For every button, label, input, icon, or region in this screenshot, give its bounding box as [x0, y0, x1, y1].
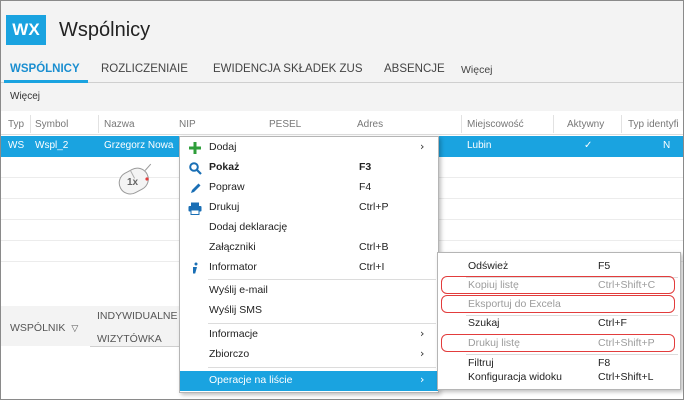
menu-separator [208, 367, 436, 368]
chevron-right-icon: › [420, 140, 425, 153]
info-icon [188, 261, 202, 275]
tab-ewidencja-skladek-zus[interactable]: EWIDENCJA SKŁADEK ZUS [213, 63, 363, 75]
app-window: WX Wspólnicy WSPÓLNICY ROZLICZENIAIE EWI… [0, 0, 684, 400]
column-nazwa[interactable]: Nazwa [104, 119, 135, 130]
menu-item-zalaczniki[interactable]: Załączniki Ctrl+B [180, 238, 438, 258]
submenu-item-konfiguracja-widoku[interactable]: Konfiguracja widoku Ctrl+Shift+L [438, 369, 680, 387]
menu-item-informator[interactable]: Informator Ctrl+I [180, 258, 438, 278]
menu-item-drukuj[interactable]: Drukuj Ctrl+P [180, 198, 438, 218]
column-nip[interactable]: NIP [179, 119, 196, 130]
highlight-box [441, 334, 675, 352]
chevron-right-icon: › [420, 373, 425, 386]
column-separator [553, 115, 554, 133]
search-icon [188, 161, 202, 175]
column-typ-identyfikatora[interactable]: Typ identyfi [628, 119, 679, 130]
submenu-item-label: Filtruj [468, 357, 494, 369]
submenu-item-shortcut: F5 [598, 260, 611, 272]
column-separator [461, 115, 462, 133]
highlight-box [441, 295, 675, 313]
menu-item-label: Wyślij SMS [209, 304, 262, 316]
cell-symbol: Wspl_2 [35, 140, 69, 151]
chevron-down-icon: ▽ [71, 323, 79, 333]
column-aktywny[interactable]: Aktywny [567, 119, 604, 130]
submenu-item-shortcut: F8 [598, 357, 611, 369]
menu-item-wyslij-email[interactable]: Wyślij e-mail [180, 281, 438, 301]
menu-item-shortcut: Ctrl+B [359, 241, 389, 253]
chevron-right-icon: › [420, 347, 425, 360]
tab-wspolnik[interactable]: WSPÓLNIK ▽ [10, 322, 78, 334]
submenu-item-shortcut: Ctrl+F [598, 317, 627, 329]
menu-item-label: Pokaż [209, 161, 240, 173]
plus-icon [188, 141, 202, 155]
pencil-icon [188, 181, 202, 195]
tab-rozliczenia[interactable]: ROZLICZENIAIE [101, 63, 188, 75]
toolbar: Więcej [1, 83, 683, 111]
menu-item-wyslij-sms[interactable]: Wyślij SMS [180, 301, 438, 321]
column-separator [621, 115, 622, 133]
submenu-item-label: Szukaj [468, 317, 500, 329]
column-separator [30, 115, 31, 133]
menu-item-label: Drukuj [209, 201, 240, 213]
menu-item-zbiorczo[interactable]: Zbiorczo › [180, 345, 438, 365]
menu-separator [208, 279, 436, 280]
column-miejscowosc[interactable]: Miejscowość [467, 119, 524, 130]
submenu-operacje-na-liscie: Odśwież F5 Kopiuj listę Ctrl+Shift+C Eks… [437, 252, 681, 390]
cell-typ-identyfikatora: N [663, 140, 671, 151]
menu-item-label: Dodaj deklarację [209, 221, 288, 233]
printer-icon [188, 201, 202, 215]
cell-miejscowosc: Lubin [467, 140, 492, 151]
submenu-item-szukaj[interactable]: Szukaj Ctrl+F [438, 315, 680, 333]
menu-item-label: Dodaj [209, 141, 237, 153]
submenu-item-shortcut: Ctrl+Shift+L [598, 371, 654, 383]
menu-item-informacje[interactable]: Informacje › [180, 325, 438, 345]
more-button[interactable]: Więcej [10, 91, 40, 102]
menu-item-label: Wyślij e-mail [209, 284, 268, 296]
tab-wspolnik-label: WSPÓLNIK [10, 322, 66, 334]
mouse-click-icon: 1x [111, 161, 161, 201]
column-typ[interactable]: Typ [8, 119, 24, 130]
menu-item-shortcut: F3 [359, 161, 372, 173]
context-menu: Dodaj › Pokaż F3 Popraw F4 Drukuj Ctrl+P… [179, 136, 439, 393]
highlight-box [441, 276, 675, 294]
app-logo: WX [6, 15, 46, 45]
menu-item-pokaz[interactable]: Pokaż F3 [180, 158, 438, 178]
menu-item-label: Popraw [209, 181, 245, 193]
tab-wizytowka[interactable]: WIZYTÓWKA [97, 333, 162, 345]
cell-nazwa: Grzegorz Nowa [104, 140, 174, 151]
tab-absencje[interactable]: ABSENCJE [384, 63, 445, 75]
tab-indywidualne[interactable]: INDYWIDUALNE [97, 310, 178, 322]
menu-item-label: Informator [209, 261, 257, 273]
detail-panel: WSPÓLNIK ▽ INDYWIDUALNE WIZYTÓWKA [1, 306, 181, 399]
menu-item-shortcut: F4 [359, 181, 372, 193]
menu-item-popraw[interactable]: Popraw F4 [180, 178, 438, 198]
column-symbol[interactable]: Symbol [35, 119, 68, 130]
menu-item-dodaj[interactable]: Dodaj › [180, 138, 438, 158]
submenu-item-odswiez[interactable]: Odśwież F5 [438, 258, 680, 276]
menu-item-label: Zbiorczo [209, 348, 250, 360]
menu-item-operacje-na-liscie[interactable]: Operacje na liście › [180, 371, 438, 391]
menu-item-shortcut: Ctrl+P [359, 201, 389, 213]
tab-wspolnicy[interactable]: WSPÓLNICY [10, 63, 80, 75]
menu-item-label: Informacje [209, 328, 259, 340]
grid-header: Typ Symbol Nazwa NIP PESEL Adres Miejsco… [1, 113, 683, 135]
tab-bar: WSPÓLNICY ROZLICZENIAIE EWIDENCJA SKŁADE… [1, 59, 683, 83]
column-separator [98, 115, 99, 133]
page-title: Wspólnicy [59, 19, 151, 41]
column-pesel[interactable]: PESEL [269, 119, 301, 130]
menu-item-label: Operacje na liście [209, 374, 293, 386]
click-count-label: 1x [127, 177, 139, 188]
submenu-item-label: Konfiguracja widoku [468, 371, 562, 383]
submenu-item-label: Odśwież [468, 260, 509, 272]
menu-item-label: Załączniki [209, 241, 256, 253]
title-bar: WX Wspólnicy [1, 1, 683, 59]
menu-item-dodaj-deklaracje[interactable]: Dodaj deklarację [180, 218, 438, 238]
menu-item-shortcut: Ctrl+I [359, 261, 385, 273]
cell-typ: WS [8, 140, 25, 151]
column-adres[interactable]: Adres [357, 119, 383, 130]
tab-wiecej[interactable]: Więcej [461, 64, 493, 76]
chevron-right-icon: › [420, 327, 425, 340]
cell-aktywny-check: ✓ [584, 140, 593, 151]
detail-content [90, 346, 181, 399]
menu-separator [208, 323, 436, 324]
